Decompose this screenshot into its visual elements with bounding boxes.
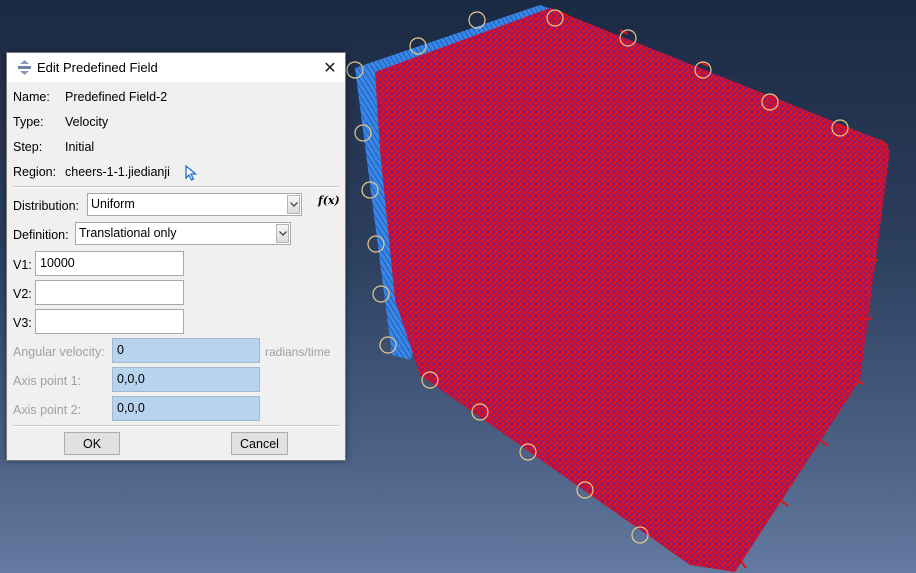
v1-value: 10000 <box>40 256 75 270</box>
axis-point-1-value: 0,0,0 <box>117 372 145 386</box>
definition-label: Definition: <box>13 228 69 242</box>
axis-point-2-value: 0,0,0 <box>117 401 145 415</box>
region-value: cheers-1-1.jiedianji <box>65 165 170 179</box>
chevron-down-icon[interactable] <box>287 195 300 214</box>
definition-value: Translational only <box>79 226 177 240</box>
model-front-face <box>375 8 890 572</box>
dialog-titlebar[interactable]: Edit Predefined Field ✕ <box>7 53 345 82</box>
type-label: Type: <box>13 115 44 129</box>
v2-label: V2: <box>13 287 32 301</box>
angular-velocity-value: 0 <box>117 343 124 357</box>
distribution-value: Uniform <box>91 197 135 211</box>
dialog-title: Edit Predefined Field <box>37 60 158 75</box>
type-value: Velocity <box>65 115 109 129</box>
separator <box>13 425 339 427</box>
angular-velocity-units: radians/time <box>265 345 331 359</box>
cancel-button[interactable]: Cancel <box>231 432 288 455</box>
axis-point-2-label: Axis point 2: <box>13 403 82 417</box>
step-label: Step: <box>13 140 43 154</box>
arrow-cursor-icon[interactable] <box>185 165 197 181</box>
name-label: Name: <box>13 90 50 104</box>
v3-input[interactable] <box>35 309 184 334</box>
angular-velocity-label: Angular velocity: <box>13 345 105 359</box>
function-expression-button[interactable]: f(x) <box>318 194 340 207</box>
predefined-field-icon <box>18 60 31 75</box>
region-label: Region: <box>13 165 57 179</box>
ok-button[interactable]: OK <box>64 432 120 455</box>
distribution-label: Distribution: <box>13 199 79 213</box>
angular-velocity-input[interactable]: 0 <box>112 338 260 363</box>
close-icon[interactable]: ✕ <box>315 53 345 82</box>
separator <box>13 186 339 188</box>
v2-input[interactable] <box>35 280 184 305</box>
edit-predefined-field-dialog: Edit Predefined Field ✕ Name: Predefined… <box>6 52 346 461</box>
step-value: Initial <box>65 140 95 154</box>
chevron-down-icon[interactable] <box>276 224 289 243</box>
axis-point-1-input[interactable]: 0,0,0 <box>112 367 260 392</box>
axis-point-2-input[interactable]: 0,0,0 <box>112 396 260 421</box>
definition-select[interactable]: Translational only <box>75 222 291 245</box>
v1-label: V1: <box>13 258 32 272</box>
axis-point-1-label: Axis point 1: <box>13 374 82 388</box>
v3-label: V3: <box>13 316 32 330</box>
name-value: Predefined Field-2 <box>65 90 168 104</box>
v1-input[interactable]: 10000 <box>35 251 184 276</box>
distribution-select[interactable]: Uniform <box>87 193 302 216</box>
